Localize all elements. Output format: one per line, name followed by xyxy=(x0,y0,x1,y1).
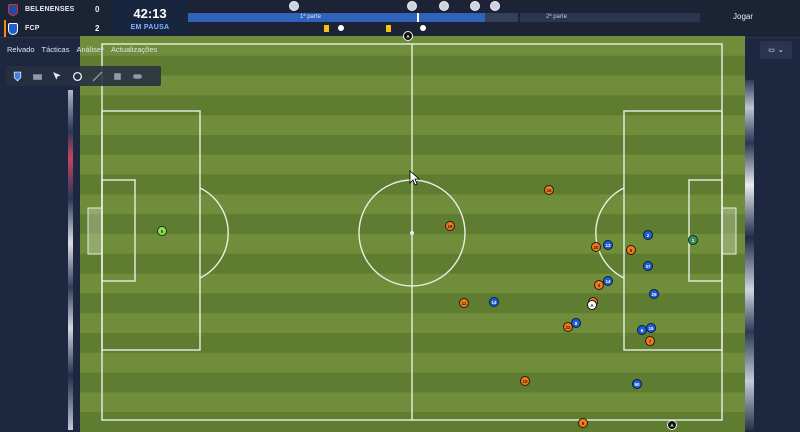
tab-relvado[interactable]: Relvado xyxy=(7,41,35,58)
home-player-marker[interactable]: 19 xyxy=(445,221,455,231)
home-player-marker[interactable]: 6 xyxy=(626,245,636,255)
away-team-score: 2 xyxy=(95,24,100,33)
match-screen: BELENENSES 0 FCP 2 42:13 EM PAUSA 1ª par… xyxy=(0,0,800,432)
tab-actualizacoes[interactable]: Actualizações xyxy=(111,41,157,58)
pitch-toolbar xyxy=(6,66,161,86)
away-player-marker[interactable]: 15 xyxy=(646,323,656,333)
timeline-marker xyxy=(417,13,419,22)
chevron-down-icon: ⌄ xyxy=(777,47,784,54)
away-player-marker[interactable]: 1 xyxy=(688,235,698,245)
home-player-marker[interactable]: 11 xyxy=(459,298,469,308)
event-ball-icon[interactable] xyxy=(407,1,417,11)
second-half-timeline[interactable]: 2ª parte xyxy=(520,13,700,22)
away-player-marker[interactable]: 13 xyxy=(603,240,613,250)
goal-icon[interactable] xyxy=(420,25,426,31)
match-tabs: Relvado Tácticas Análise* Actualizações xyxy=(0,38,180,60)
away-player-marker[interactable]: 14 xyxy=(603,276,613,286)
event-ball-icon[interactable] xyxy=(289,1,299,11)
window-icon: ▭ xyxy=(768,47,775,54)
first-half-timeline[interactable]: 1ª parte xyxy=(188,13,518,22)
home-crest-icon xyxy=(8,3,18,16)
away-player-marker[interactable]: 2 xyxy=(643,230,653,240)
centre-spot xyxy=(410,231,414,235)
timeline-progress xyxy=(188,13,485,22)
away-player-marker[interactable]: 37 xyxy=(643,261,653,271)
home-player-marker[interactable]: 7 xyxy=(645,336,655,346)
referee-marker[interactable]: A xyxy=(587,300,597,310)
home-player-marker[interactable]: 5 xyxy=(157,226,167,236)
referee-marker[interactable]: A xyxy=(667,420,677,430)
tab-tacticas[interactable]: Tácticas xyxy=(42,41,70,58)
home-player-marker[interactable]: 10 xyxy=(520,376,530,386)
away-team-name: FCP xyxy=(25,25,40,32)
event-ball-icon[interactable] xyxy=(490,1,500,11)
home-team-row: BELENENSES 0 xyxy=(0,0,112,19)
away-player-marker[interactable]: 25 xyxy=(649,289,659,299)
away-crest-icon xyxy=(8,22,18,35)
home-team-name: BELENENSES xyxy=(25,6,75,13)
match-clock-panel: 42:13 EM PAUSA xyxy=(112,0,188,38)
yellow-card-icon[interactable] xyxy=(324,25,329,32)
left-goal xyxy=(87,207,103,255)
away-player-marker[interactable]: 90 xyxy=(632,379,642,389)
away-player-marker[interactable]: 8 xyxy=(571,318,581,328)
match-status: EM PAUSA xyxy=(130,24,170,31)
home-team-score: 0 xyxy=(95,5,100,14)
right-goal xyxy=(721,207,737,255)
home-player-marker[interactable]: 15 xyxy=(544,185,554,195)
tactics-icon[interactable] xyxy=(130,69,145,84)
event-ball-icon[interactable] xyxy=(470,1,480,11)
home-player-marker[interactable]: 20 xyxy=(591,242,601,252)
score-panel: BELENENSES 0 FCP 2 xyxy=(0,0,112,38)
tab-analise[interactable]: Análise* xyxy=(76,41,104,58)
goal-icon[interactable] xyxy=(338,25,344,31)
match-clock: 42:13 xyxy=(133,6,167,21)
camera-icon[interactable] xyxy=(30,69,45,84)
team-icon[interactable] xyxy=(10,69,25,84)
top-bar: BELENENSES 0 FCP 2 42:13 EM PAUSA 1ª par… xyxy=(0,0,800,38)
home-player-marker[interactable]: 9 xyxy=(578,418,588,428)
yellow-card-icon[interactable] xyxy=(386,25,391,32)
second-half-label: 2ª parte xyxy=(546,14,567,20)
play-button[interactable]: Jogar xyxy=(733,12,753,21)
cursor-icon[interactable] xyxy=(50,69,65,84)
view-options-button[interactable]: ▭ ⌄ xyxy=(760,41,792,59)
mouse-cursor-icon xyxy=(409,170,421,186)
record-icon[interactable] xyxy=(70,69,85,84)
away-player-marker[interactable]: 14 xyxy=(489,297,499,307)
referee-marker[interactable]: A xyxy=(403,31,413,41)
formation-icon[interactable] xyxy=(110,69,125,84)
event-ball-icon[interactable] xyxy=(439,1,449,11)
stats-icon[interactable] xyxy=(90,69,105,84)
first-half-label: 1ª parte xyxy=(300,14,321,20)
